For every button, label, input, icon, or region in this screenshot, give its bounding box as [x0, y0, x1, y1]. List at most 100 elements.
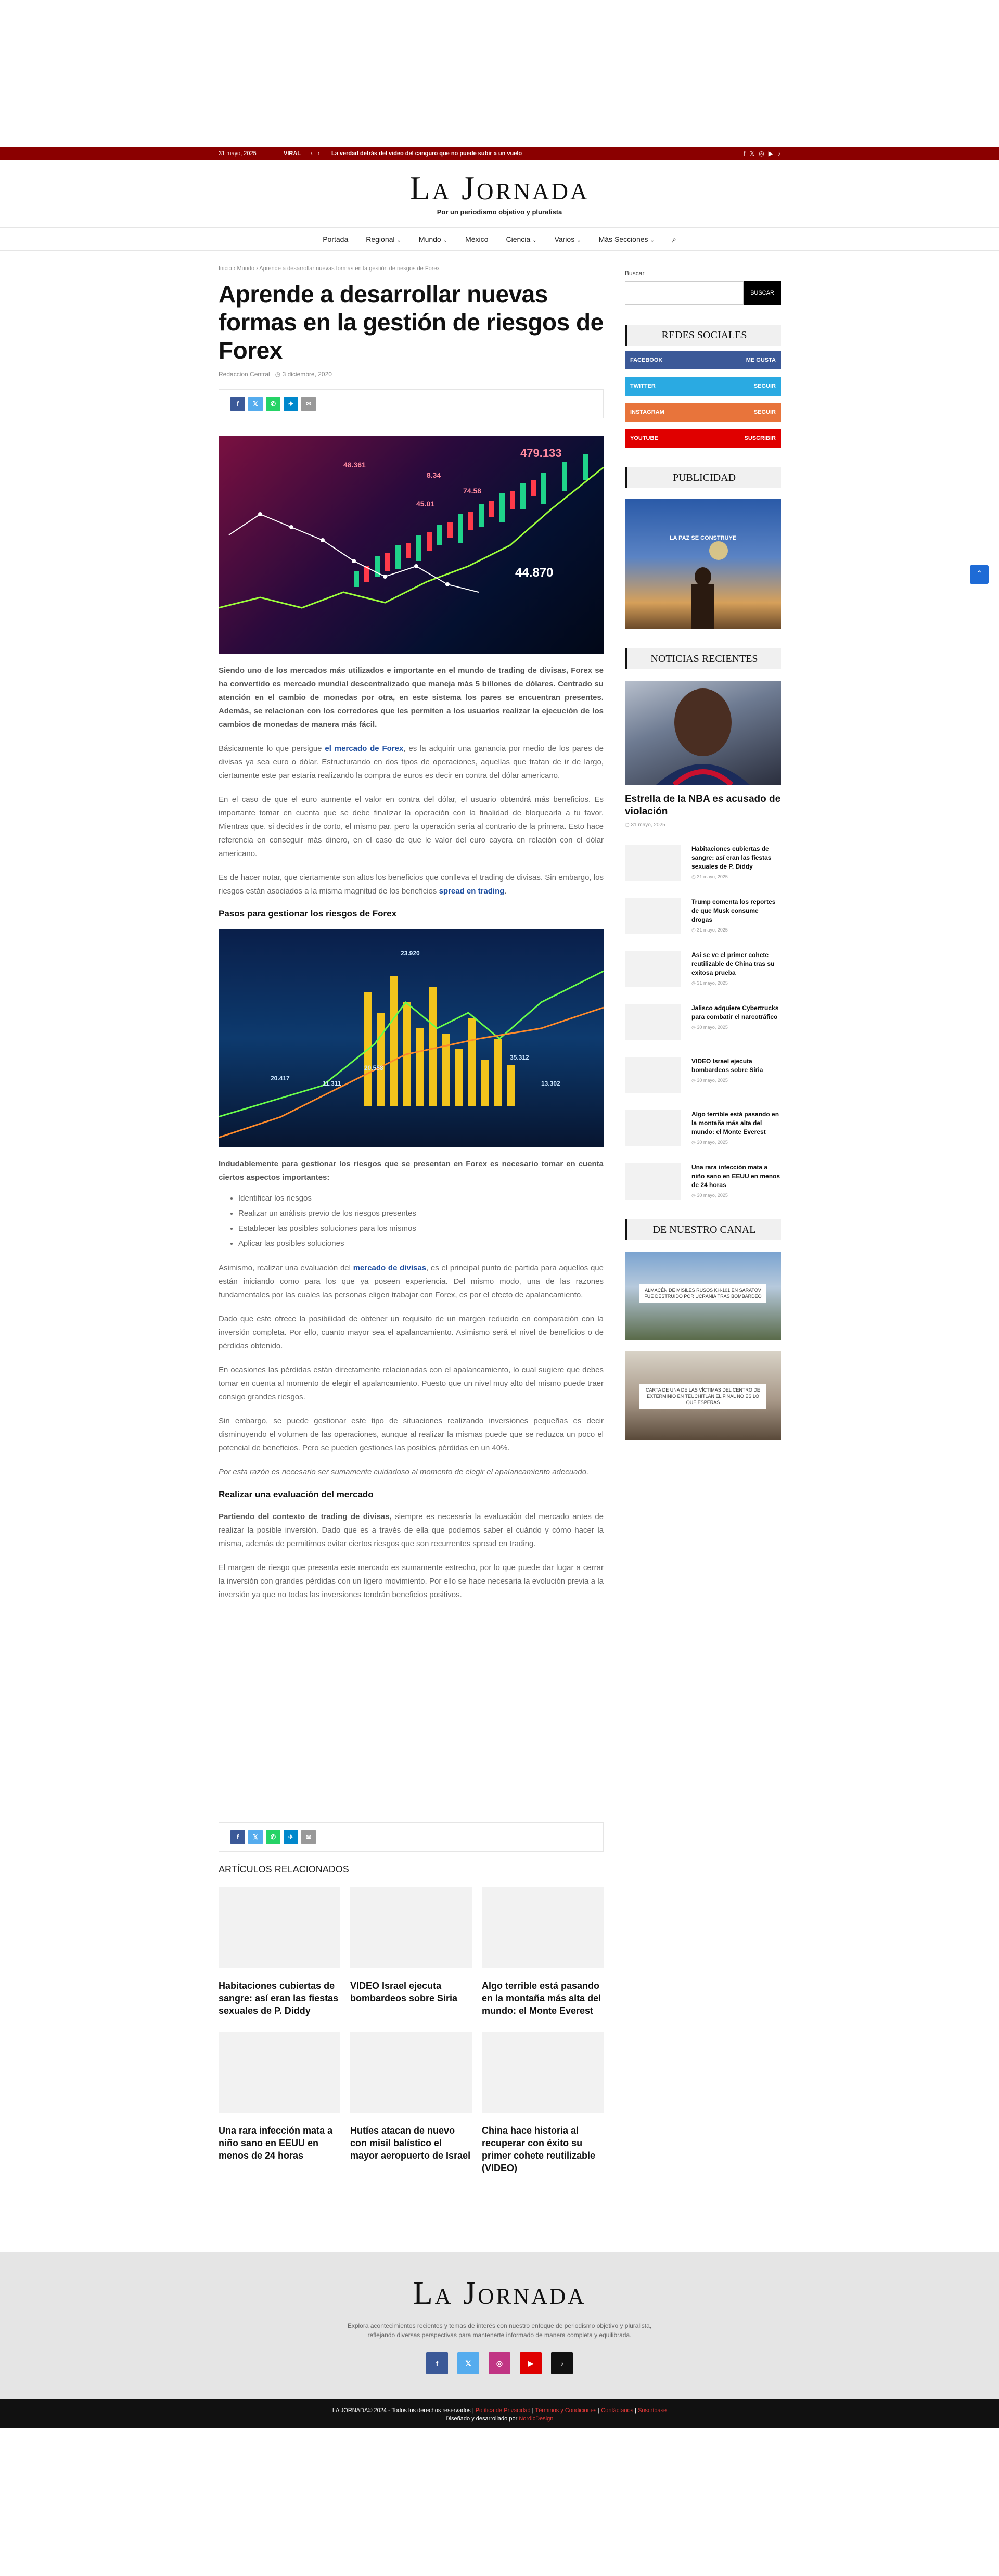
social-follow-youtube[interactable]: YOUTUBE SUSCRIBIR: [625, 429, 781, 448]
social-name: FACEBOOK: [630, 357, 663, 363]
social-action: SEGUIR: [753, 383, 776, 389]
breadcrumb-section[interactable]: Mundo: [237, 265, 254, 272]
related-article-card[interactable]: Hutíes atacan de nuevo con misil balísti…: [350, 2032, 472, 2174]
instagram-icon[interactable]: ◎: [489, 2352, 510, 2374]
social-follow-instagram[interactable]: INSTAGRAM SEGUIR: [625, 403, 781, 422]
related-article-card[interactable]: China hace historia al recuperar con éxi…: [482, 2032, 604, 2174]
social-follow-facebook[interactable]: FACEBOOK ME GUSTA: [625, 351, 781, 369]
video-thumbnail[interactable]: ALMACÉN DE MISILES RUSOS KH-101 EN SARAT…: [625, 1252, 781, 1340]
share-telegram-button[interactable]: ✈: [284, 397, 298, 411]
share-whatsapp-button[interactable]: ✆: [266, 397, 280, 411]
article-paragraph-5: Asimismo, realizar una evaluación del me…: [219, 1264, 604, 1299]
x-icon[interactable]: 𝕏: [750, 150, 755, 157]
search-icon[interactable]: ⌕: [672, 235, 676, 244]
news-thumb: [625, 951, 681, 987]
article-author[interactable]: Redaccion Central: [219, 371, 270, 378]
social-name: YOUTUBE: [630, 435, 658, 441]
share-telegram-button[interactable]: ✈: [284, 1830, 298, 1844]
link-mercado-divisas[interactable]: mercado de divisas: [353, 1264, 426, 1272]
related-thumb: [219, 2032, 340, 2113]
site-tagline: Por un periodismo objetivo y pluralista: [437, 208, 562, 216]
youtube-icon[interactable]: ▶: [520, 2352, 542, 2374]
video-thumbnail[interactable]: CARTA DE UNA DE LAS VÍCTIMAS DEL CENTRO …: [625, 1351, 781, 1440]
share-bar-bottom-wrap: f 𝕏 ✆ ✈ ✉: [219, 1822, 604, 1852]
tiktok-icon[interactable]: ♪: [777, 150, 780, 157]
share-facebook-button[interactable]: f: [230, 1830, 245, 1844]
recent-news-item[interactable]: Así se ve el primer cohete reutilizable …: [625, 951, 781, 987]
recent-news-item[interactable]: Trump comenta los reportes de que Musk c…: [625, 898, 781, 934]
nav-item-portada[interactable]: Portada: [323, 235, 348, 244]
facebook-icon[interactable]: f: [744, 150, 745, 157]
related-article-card[interactable]: Algo terrible está pasando en la montaña…: [482, 1887, 604, 2017]
related-article-title: Una rara infección mata a niño sano en E…: [219, 2125, 333, 2161]
privacy-link[interactable]: Política de Privacidad: [476, 2407, 531, 2414]
hero-label-3: 44.870: [515, 566, 553, 580]
recent-news-item[interactable]: VIDEO Israel ejecuta bombardeos sobre Si…: [625, 1057, 781, 1093]
nav-item-regional[interactable]: Regional ⌄: [366, 235, 401, 244]
basketball-player-illustration: [656, 688, 750, 785]
related-article-card[interactable]: VIDEO Israel ejecuta bombardeos sobre Si…: [350, 1887, 472, 2017]
share-email-button[interactable]: ✉: [301, 1830, 316, 1844]
breadcrumb-home[interactable]: Inicio: [219, 265, 232, 272]
contact-link[interactable]: Contáctanos: [601, 2407, 633, 2414]
share-x-button[interactable]: 𝕏: [248, 1830, 263, 1844]
recent-news-item[interactable]: Habitaciones cubiertas de sangre: así er…: [625, 845, 781, 881]
terms-link[interactable]: Términos y Condiciones: [535, 2407, 596, 2414]
video-caption: CARTA DE UNA DE LAS VÍCTIMAS DEL CENTRO …: [639, 1384, 766, 1409]
clock-icon: ◷: [275, 371, 281, 378]
credit-link[interactable]: NordicDesign: [519, 2416, 553, 2422]
featured-news-link[interactable]: Estrella de la NBA es acusado de violaci…: [625, 681, 781, 818]
sidebar: Buscar BUSCAR REDES SOCIALES FACEBOOK ME …: [625, 270, 781, 1440]
nav-item-varios[interactable]: Varios ⌄: [555, 235, 581, 244]
publicidad-title: PUBLICIDAD: [625, 467, 781, 488]
nav-item-méxico[interactable]: México: [465, 235, 488, 244]
recent-news-item[interactable]: Algo terrible está pasando en la montaña…: [625, 1110, 781, 1146]
ticker-prev-arrow-icon[interactable]: ‹: [311, 150, 313, 157]
nav-item-ciencia[interactable]: Ciencia ⌄: [506, 235, 536, 244]
subscribe-link[interactable]: Suscríbase: [638, 2407, 667, 2414]
news-title: Algo terrible está pasando en la montaña…: [691, 1111, 779, 1136]
related-article-card[interactable]: Una rara infección mata a niño sano en E…: [219, 2032, 340, 2174]
article-title: Aprende a desarrollar nuevas formas en l…: [219, 280, 604, 364]
heading-realizar: Realizar una evaluación del mercado: [219, 1489, 374, 1499]
social-action: ME GUSTA: [746, 357, 776, 363]
ticker-headline-link[interactable]: La verdad detrás del video del canguro q…: [331, 150, 744, 157]
scroll-to-top-button[interactable]: ⌃: [970, 565, 989, 584]
recent-news-item[interactable]: Una rara infección mata a niño sano en E…: [625, 1163, 781, 1200]
news-thumb: [625, 1057, 681, 1093]
link-spread-trading[interactable]: spread en trading: [439, 887, 505, 896]
advertisement-banner[interactable]: LA PAZ SE CONSTRUYE: [625, 499, 781, 629]
search-button[interactable]: BUSCAR: [744, 281, 781, 305]
ticker-next-arrow-icon[interactable]: ›: [318, 150, 320, 157]
instagram-icon[interactable]: ◎: [759, 150, 764, 157]
search-input[interactable]: [625, 281, 744, 305]
news-date: ◷ 30 mayo, 2025: [691, 1140, 728, 1145]
share-x-button[interactable]: 𝕏: [248, 397, 263, 411]
share-email-button[interactable]: ✉: [301, 397, 316, 411]
nav-item-mundo[interactable]: Mundo ⌄: [419, 235, 447, 244]
share-facebook-button[interactable]: f: [230, 397, 245, 411]
de-nuestro-canal-title: DE NUESTRO CANAL: [625, 1219, 781, 1240]
youtube-icon[interactable]: ▶: [769, 150, 773, 157]
share-whatsapp-button[interactable]: ✆: [266, 1830, 280, 1844]
img2-label-5: 20.417: [271, 1075, 290, 1082]
related-article-title: Hutíes atacan de nuevo con misil balísti…: [350, 2125, 471, 2161]
recent-news-list: Habitaciones cubiertas de sangre: así er…: [625, 845, 781, 1200]
related-article-card[interactable]: Habitaciones cubiertas de sangre: así er…: [219, 1887, 340, 2017]
footer-logo[interactable]: La Jornada: [0, 2252, 999, 2310]
link-mercado-forex[interactable]: el mercado de Forex: [325, 744, 403, 753]
tiktok-icon[interactable]: ♪: [551, 2352, 573, 2374]
x-icon[interactable]: 𝕏: [457, 2352, 479, 2374]
nav-item-más-secciones[interactable]: Más Secciones ⌄: [599, 235, 655, 244]
news-date: ◷ 31 mayo, 2025: [691, 927, 728, 933]
social-action: SEGUIR: [753, 409, 776, 415]
recent-news-item[interactable]: Jalisco adquiere Cybertrucks para combat…: [625, 1004, 781, 1040]
social-follow-twitter[interactable]: TWITTER SEGUIR: [625, 377, 781, 396]
article: Inicio › Mundo › Aprende a desarrollar n…: [219, 265, 604, 1602]
heading-pasos: Pasos para gestionar los riesgos de Fore…: [219, 909, 397, 919]
related-thumb: [482, 2032, 604, 2113]
facebook-icon[interactable]: f: [426, 2352, 448, 2374]
hero-label-2: 479.133: [520, 447, 562, 460]
site-logo[interactable]: La Jornada: [0, 160, 999, 205]
hero-label-4: 8.34: [427, 471, 441, 479]
